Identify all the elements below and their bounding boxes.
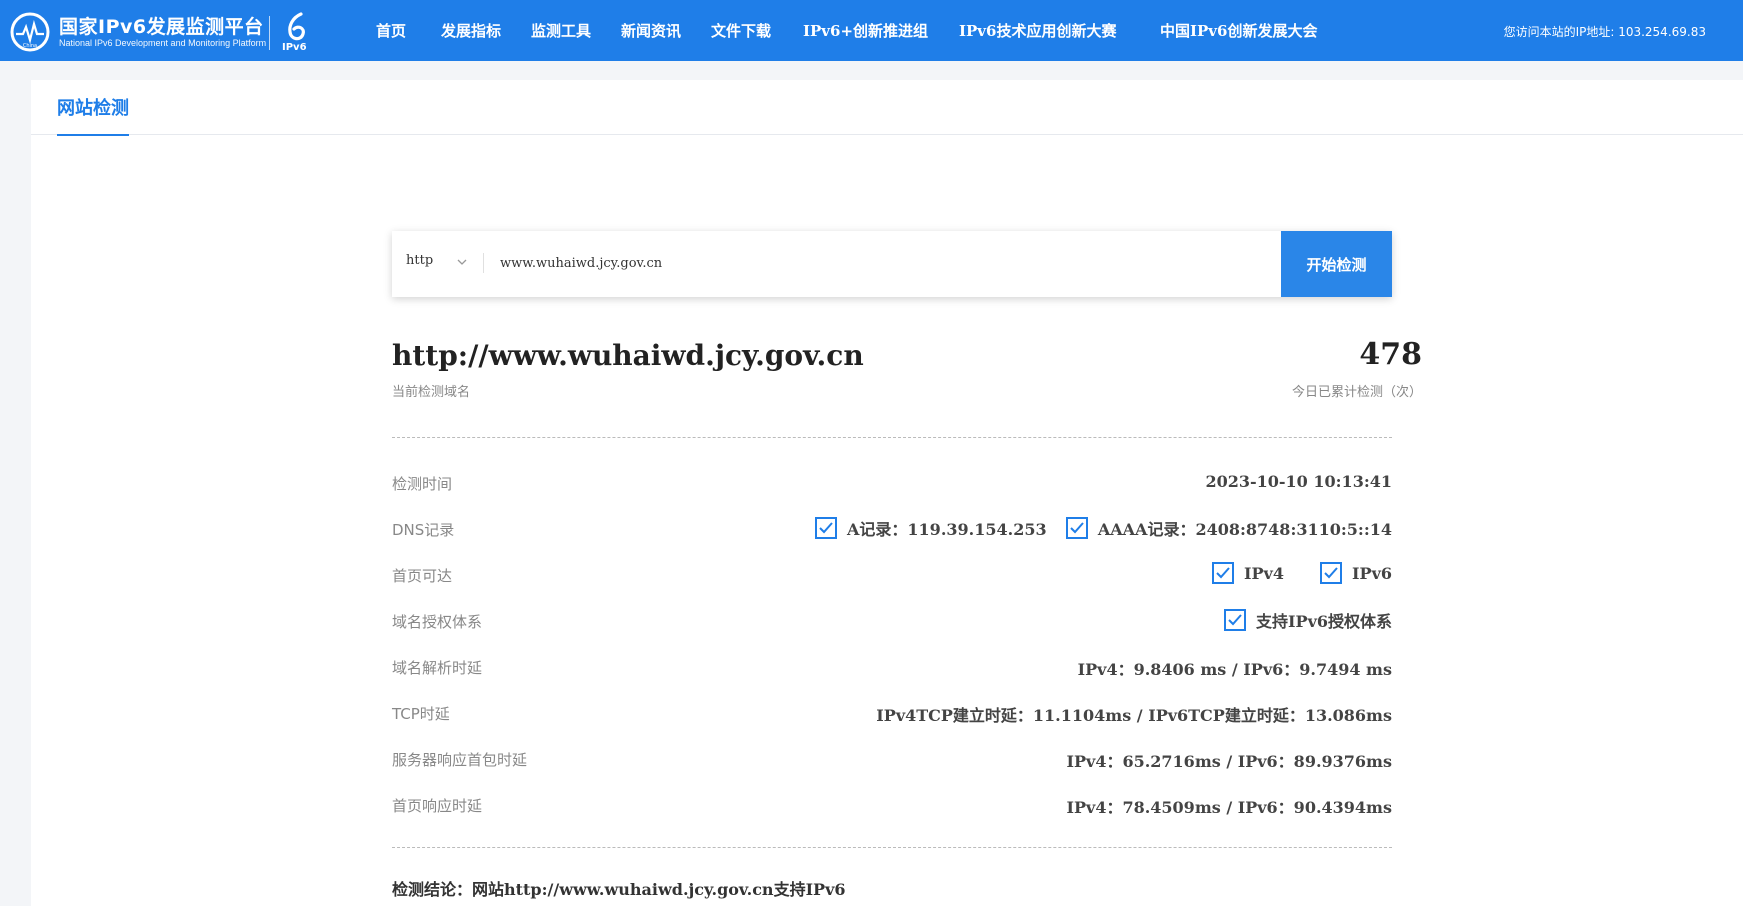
row-dns-resolve-latency: 域名解析时延 IPv4：9.8406 ms / IPv6：9.7494 ms <box>392 654 1392 679</box>
tab-strip: 网站检测 <box>31 80 1743 136</box>
logo-small-text: China <box>23 43 37 49</box>
checkbox-checked-icon <box>1224 609 1247 631</box>
checkbox-checked-icon <box>1320 562 1343 584</box>
row-homepage-response-latency: 首页响应时延 IPv4：78.4509ms / IPv6：90.4394ms <box>392 792 1393 817</box>
nav-monitoring-tools[interactable]: 监测工具 <box>531 20 591 41</box>
visitor-ip-address: 您访问本站的IP地址: 103.254.69.83 <box>1503 25 1706 39</box>
search-bar: http 开始检测 <box>392 231 1392 297</box>
protocol-select[interactable]: http <box>406 253 433 268</box>
checkbox-checked-icon <box>815 517 837 539</box>
row-check-time: 检测时间 2023-10-10 10:13:41 <box>392 470 1392 494</box>
reachable-ipv6-text: IPv6 <box>1352 563 1392 583</box>
dns-resolve-latency-value: IPv4：9.8406 ms / IPv6：9.7494 ms <box>1077 660 1392 679</box>
checked-domain-caption: 当前检测域名 <box>392 385 471 400</box>
site-subtitle: National IPv6 Development and Monitoring… <box>59 38 267 48</box>
row-label: 首页可达 <box>392 567 453 585</box>
row-homepage-reachable: 首页可达 IPv4 IPv6 <box>392 562 1392 586</box>
row-dns-records: DNS记录 A记录：119.39.154.253 AAAA记录：2408:874… <box>392 516 1392 540</box>
reachable-ipv4: IPv4 <box>1212 562 1284 584</box>
check-conclusion: 检测结论：网站http://www.wuhaiwd.jcy.gov.cn支持IP… <box>392 876 846 900</box>
conclusion-text: 网站http://www.wuhaiwd.jcy.gov.cn支持IPv6 <box>472 880 846 899</box>
auth-ipv6-support-text: 支持IPv6授权体系 <box>1256 612 1392 631</box>
homepage-response-latency-value: IPv4：78.4509ms / IPv6：90.4394ms <box>1066 798 1393 817</box>
row-first-packet-latency: 服务器响应首包时延 IPv4：65.2716ms / IPv6：89.9376m… <box>392 746 1393 771</box>
check-time-value: 2023-10-10 10:13:41 <box>1205 472 1392 491</box>
nav-home[interactable]: 首页 <box>376 20 406 41</box>
reachable-ipv4-text: IPv4 <box>1244 563 1284 583</box>
checkbox-checked-icon <box>1065 517 1088 539</box>
nav-ipv6-plus-group[interactable]: IPv6+创新推进组 <box>803 20 928 41</box>
row-label: TCP时延 <box>392 705 450 723</box>
row-label: 服务器响应首包时延 <box>392 751 528 769</box>
row-label: 域名解析时延 <box>392 659 483 677</box>
url-input[interactable] <box>500 247 1280 279</box>
checkbox-checked-icon <box>1212 562 1234 584</box>
auth-ipv6-support: 支持IPv6授权体系 <box>1224 608 1392 632</box>
divider-bottom <box>392 847 1392 848</box>
logo-divider <box>269 16 270 50</box>
site-title: 国家IPv6发展监测平台 <box>59 16 264 38</box>
row-label: 域名授权体系 <box>392 613 483 631</box>
today-check-count: 478 <box>1359 337 1422 372</box>
first-packet-latency-value: IPv4：65.2716ms / IPv6：89.9376ms <box>1066 752 1393 771</box>
row-domain-auth: 域名授权体系 支持IPv6授权体系 <box>392 608 1392 632</box>
dns-a-record-text: A记录：119.39.154.253 <box>847 520 1047 539</box>
nav-downloads[interactable]: 文件下载 <box>711 20 771 41</box>
reachable-ipv6: IPv6 <box>1320 562 1392 584</box>
chevron-down-icon[interactable] <box>456 256 468 268</box>
nav-ipv6-conference[interactable]: 中国IPv6创新发展大会 <box>1160 20 1317 41</box>
ipv6-mark-label: IPv6 <box>282 42 307 53</box>
divider-top <box>392 437 1392 438</box>
nav-development-indicators[interactable]: 发展指标 <box>441 20 501 41</box>
row-tcp-latency: TCP时延 IPv4TCP建立时延：11.1104ms / IPv6TCP建立时… <box>392 700 1392 725</box>
conclusion-label: 检测结论： <box>392 880 473 899</box>
nav-ipv6-competition[interactable]: IPv6技术应用创新大赛 <box>959 20 1116 41</box>
search-separator <box>483 253 484 273</box>
china-ipv6-logo-icon: China <box>10 12 50 52</box>
dns-a-record: A记录：119.39.154.253 <box>815 516 1047 540</box>
nav-news[interactable]: 新闻资讯 <box>621 20 681 41</box>
tcp-latency-value: IPv4TCP建立时延：11.1104ms / IPv6TCP建立时延：13.0… <box>876 706 1392 725</box>
dns-aaaa-record-text: AAAA记录：2408:8748:3110:5::14 <box>1097 520 1392 539</box>
row-label: 首页响应时延 <box>392 797 483 815</box>
checked-domain: http://www.wuhaiwd.jcy.gov.cn <box>392 339 864 372</box>
tab-website-check[interactable]: 网站检测 <box>57 94 129 136</box>
dns-aaaa-record: AAAA记录：2408:8748:3110:5::14 <box>1065 516 1392 540</box>
row-label: DNS记录 <box>392 521 455 539</box>
top-navigation-bar: China 国家IPv6发展监测平台 National IPv6 Develop… <box>0 0 1743 61</box>
row-label: 检测时间 <box>392 475 453 493</box>
start-check-button[interactable]: 开始检测 <box>1281 231 1392 297</box>
today-check-count-caption: 今日已累计检测（次） <box>1291 385 1422 400</box>
